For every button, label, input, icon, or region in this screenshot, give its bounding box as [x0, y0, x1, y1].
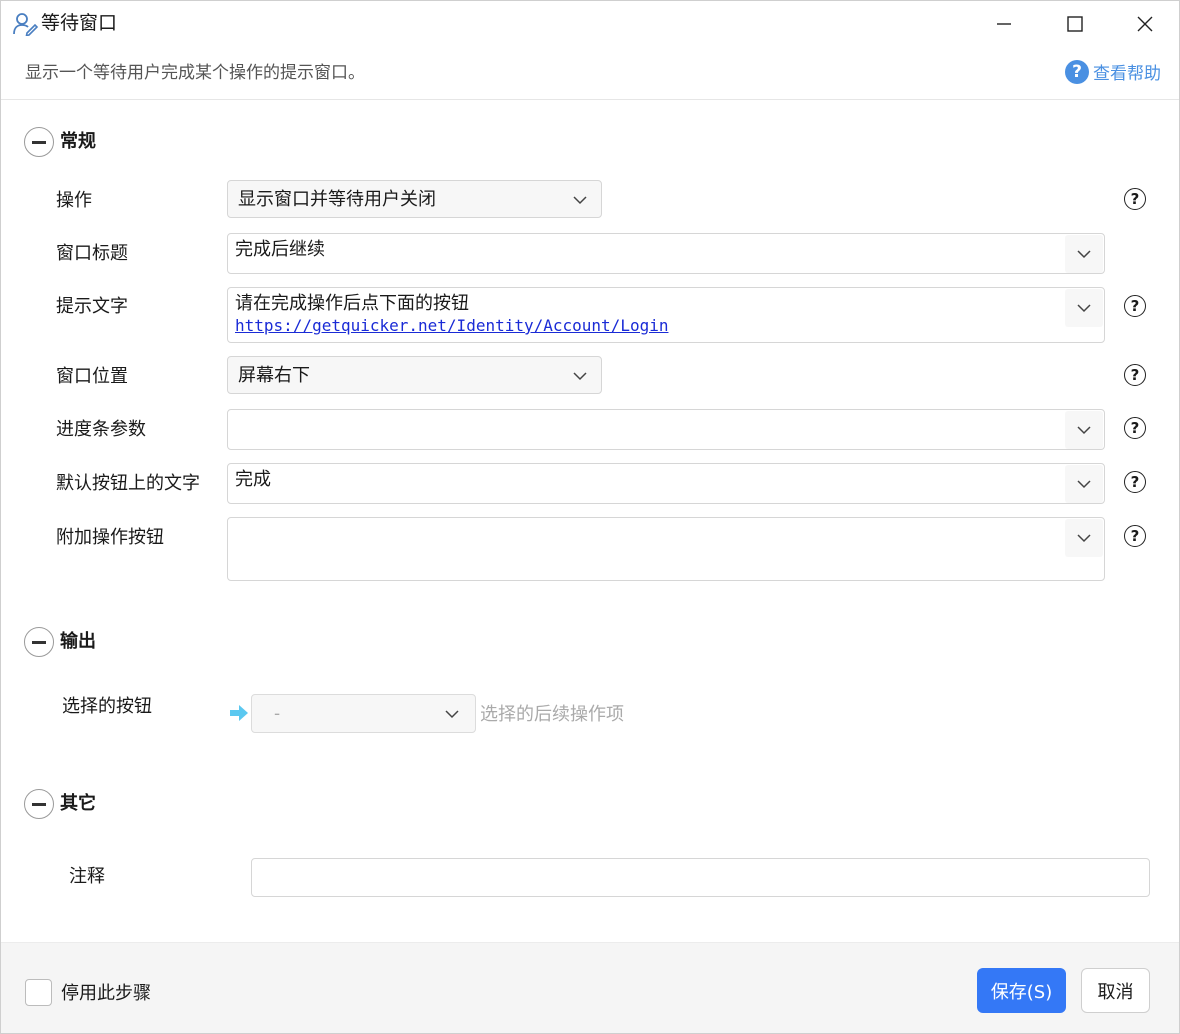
chevron-down-icon [573, 196, 587, 205]
prompt-text-label: 提示文字 [56, 296, 128, 317]
extra-buttons-help-icon[interactable]: ? [1124, 525, 1146, 547]
arrow-right-icon [230, 705, 248, 721]
section-other-title: 其它 [60, 793, 96, 814]
comment-input[interactable] [251, 858, 1150, 897]
minimize-button[interactable] [981, 1, 1027, 47]
selected-button-value: - [274, 704, 281, 724]
prompt-text-link[interactable]: https://getquicker.net/Identity/Account/… [235, 315, 668, 337]
close-icon [1137, 16, 1153, 32]
window-title-input[interactable]: 完成后继续 [227, 233, 1105, 274]
section-other-header: 其它 [24, 789, 96, 819]
window-title: 等待窗口 [41, 12, 118, 34]
progress-params-label: 进度条参数 [56, 419, 146, 440]
prompt-text-value: 请在完成操作后点下面的按钮 [235, 293, 469, 314]
progress-params-dropdown-button[interactable] [1065, 411, 1103, 449]
window-position-value: 屏幕右下 [238, 365, 310, 386]
prompt-text-help-icon[interactable]: ? [1124, 295, 1146, 317]
maximize-button[interactable] [1052, 1, 1098, 47]
selected-button-output-select[interactable]: - [251, 694, 476, 733]
maximize-icon [1067, 16, 1083, 32]
chevron-down-icon [445, 710, 459, 719]
extra-buttons-dropdown-button[interactable] [1065, 519, 1103, 557]
title-bar: 等待窗口 [1, 1, 1179, 47]
disable-step-label[interactable]: 停用此步骤 [61, 982, 151, 1006]
disable-step-checkbox[interactable] [25, 979, 52, 1006]
prompt-text-input[interactable]: 请在完成操作后点下面的按钮 https://getquicker.net/Ide… [227, 287, 1105, 343]
extra-buttons-input[interactable] [227, 517, 1105, 581]
collapse-output-button[interactable] [24, 627, 54, 657]
default-button-text-input[interactable]: 完成 [227, 463, 1105, 504]
cancel-button[interactable]: 取消 [1081, 968, 1150, 1013]
window-title-value: 完成后继续 [235, 239, 325, 260]
save-button[interactable]: 保存(S) [977, 968, 1066, 1013]
prompt-text-dropdown-button[interactable] [1065, 289, 1103, 327]
window-position-help-icon[interactable]: ? [1124, 364, 1146, 386]
wait-window-dialog: 等待窗口 显示一个等待用户完成某个操作的提示窗口。 ? 查看帮助 常规 操作 显… [0, 0, 1180, 1034]
operation-label: 操作 [56, 190, 92, 211]
section-output-title: 输出 [60, 631, 96, 652]
help-link[interactable]: ? 查看帮助 [1065, 59, 1161, 84]
minimize-icon [997, 23, 1011, 25]
window-position-select[interactable]: 屏幕右下 [227, 356, 602, 394]
help-icon: ? [1065, 59, 1089, 84]
output-hint-text: 选择的后续操作项 [480, 704, 624, 725]
operation-select[interactable]: 显示窗口并等待用户关闭 [227, 180, 602, 218]
default-button-text-dropdown-button[interactable] [1065, 465, 1103, 503]
section-general-header: 常规 [24, 127, 96, 157]
collapse-other-button[interactable] [24, 789, 54, 819]
close-button[interactable] [1122, 1, 1168, 47]
chevron-down-icon [1077, 426, 1091, 435]
minus-icon [32, 802, 46, 806]
description-text: 显示一个等待用户完成某个操作的提示窗口。 [25, 63, 365, 83]
chevron-down-icon [573, 372, 587, 381]
chevron-down-icon [1077, 480, 1091, 489]
progress-params-help-icon[interactable]: ? [1124, 417, 1146, 439]
description-bar: 显示一个等待用户完成某个操作的提示窗口。 ? 查看帮助 [1, 47, 1179, 100]
minus-icon [32, 140, 46, 144]
default-button-text-value: 完成 [235, 469, 271, 490]
window-title-dropdown-button[interactable] [1065, 235, 1103, 273]
progress-params-input[interactable] [227, 409, 1105, 450]
comment-label: 注释 [69, 866, 105, 887]
user-edit-icon [13, 13, 39, 36]
chevron-down-icon [1077, 304, 1091, 313]
minus-icon [32, 640, 46, 644]
footer-bar: 停用此步骤 保存(S) 取消 [1, 942, 1179, 1033]
operation-help-icon[interactable]: ? [1124, 188, 1146, 210]
section-output-header: 输出 [24, 627, 96, 657]
window-position-label: 窗口位置 [56, 366, 128, 387]
chevron-down-icon [1077, 250, 1091, 259]
window-title-label: 窗口标题 [56, 243, 128, 264]
help-link-label: 查看帮助 [1093, 64, 1161, 84]
extra-buttons-label: 附加操作按钮 [56, 527, 164, 548]
section-general-title: 常规 [60, 131, 96, 152]
collapse-general-button[interactable] [24, 127, 54, 157]
chevron-down-icon [1077, 534, 1091, 543]
default-button-text-label: 默认按钮上的文字 [56, 473, 200, 494]
operation-value: 显示窗口并等待用户关闭 [238, 189, 436, 210]
default-button-text-help-icon[interactable]: ? [1124, 471, 1146, 493]
selected-button-label: 选择的按钮 [62, 696, 152, 717]
